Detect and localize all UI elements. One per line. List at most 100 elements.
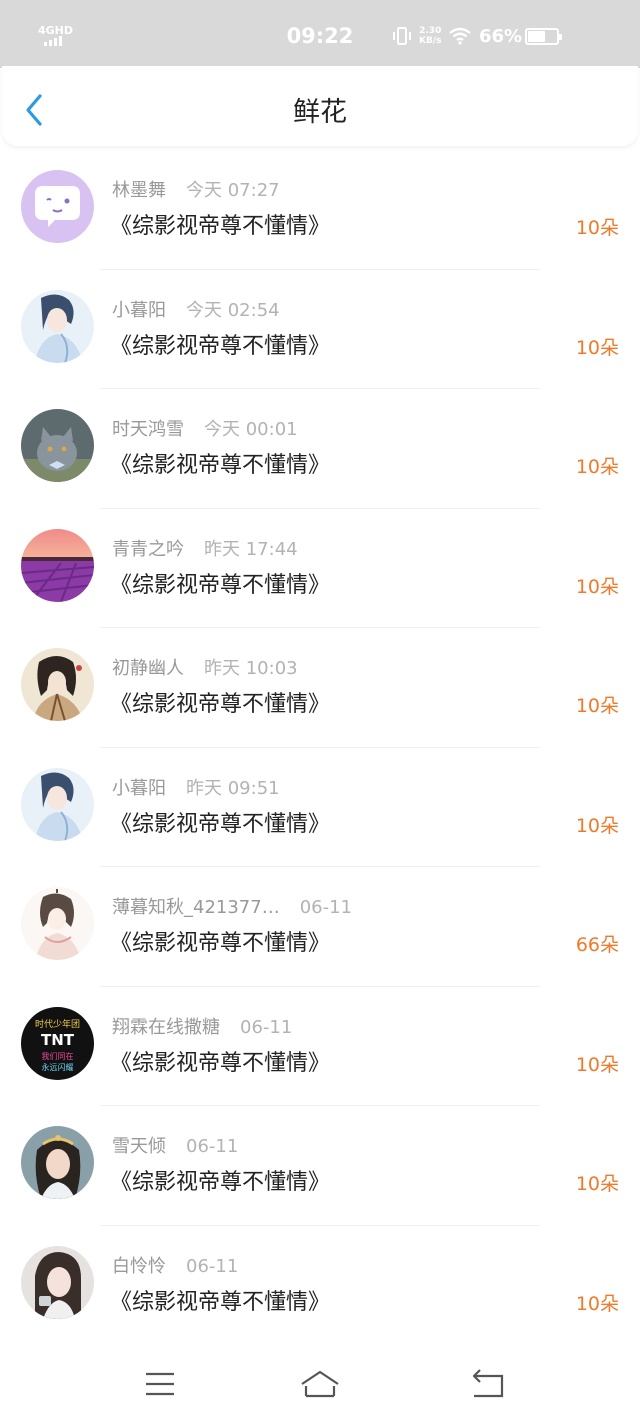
back-icon[interactable]	[468, 1364, 508, 1404]
avatar[interactable]	[21, 1245, 94, 1319]
list-item[interactable]: 时天鸿雪 今天 00:01 《综影视帝尊不懂情》 10朵	[0, 389, 640, 509]
send-time: 昨天 17:44	[204, 538, 298, 560]
list-item[interactable]: 雪天倾 06-11 《综影视帝尊不懂情》 10朵	[0, 1106, 640, 1226]
status-bar: 4GHD 09:22 2.30 KB/s 66%	[0, 0, 640, 68]
book-title: 《综影视帝尊不懂情》	[110, 572, 331, 598]
flower-count: 10朵	[575, 456, 619, 478]
sender-name: 小暮阳	[112, 777, 166, 799]
sender-line: 青青之吟 昨天 17:44	[112, 535, 298, 561]
send-time: 06-11	[240, 1016, 293, 1038]
battery-percent: 66%	[479, 26, 523, 47]
flower-count: 10朵	[575, 1173, 619, 1195]
cat-photo-avatar	[21, 409, 94, 482]
lavender-field-avatar	[21, 528, 94, 602]
sender-line: 雪天倾 06-11	[112, 1132, 238, 1158]
costume-photo-avatar	[21, 1126, 94, 1199]
network-speed: 2.30 KB/s	[419, 26, 441, 46]
flower-count: 10朵	[575, 1292, 619, 1315]
chat-bubble-avatar-icon	[21, 170, 94, 243]
flower-count: 10朵	[575, 1053, 619, 1076]
sender-line: 时天鸿雪 今天 00:01	[112, 415, 298, 441]
send-time: 今天 00:01	[204, 419, 298, 440]
girl-photo-avatar	[21, 1245, 94, 1319]
book-title: 《综影视帝尊不懂情》	[110, 931, 331, 956]
list-item[interactable]: 小暮阳 昨天 09:51 《综影视帝尊不懂情》 10朵	[0, 748, 640, 867]
ancient-style-avatar	[21, 648, 94, 721]
battery-icon	[525, 28, 562, 45]
sender-line: 林墨舞 今天 07:27	[112, 176, 280, 202]
avatar[interactable]	[21, 170, 94, 243]
sender-line: 翔霖在线撒糖 06-11	[112, 1013, 292, 1039]
sender-name: 林墨舞	[112, 180, 166, 201]
book-title: 《综影视帝尊不懂情》	[110, 333, 331, 359]
avatar[interactable]	[21, 1126, 94, 1199]
list-item[interactable]: 林墨舞 今天 07:27 《综影视帝尊不懂情》 10朵	[0, 150, 640, 270]
sender-line: 初静幽人 昨天 10:03	[112, 654, 298, 680]
list-item[interactable]: 初静幽人 昨天 10:03 《综影视帝尊不懂情》 10朵	[0, 628, 640, 748]
book-title: 《综影视帝尊不懂情》	[110, 1050, 331, 1076]
book-title: 《综影视帝尊不懂情》	[110, 1289, 331, 1315]
sender-name: 翔霖在线撒糖	[112, 1016, 220, 1038]
send-time: 06-11	[299, 897, 353, 918]
flower-count: 10朵	[575, 814, 619, 837]
list-item[interactable]: 青青之吟 昨天 17:44 《综影视帝尊不懂情》 10朵	[0, 509, 640, 628]
sender-name: 初静幽人	[112, 658, 184, 679]
sender-line: 小暮阳 昨天 09:51	[112, 774, 280, 800]
sender-name: 白怜怜	[112, 1255, 166, 1277]
avatar-text-2: TNT	[41, 1031, 75, 1049]
avatar[interactable]	[21, 648, 94, 721]
anime-portrait-avatar	[21, 767, 94, 841]
avatar-text-1: 时代少年团	[35, 1018, 80, 1030]
list-item[interactable]: 小暮阳 今天 02:54 《综影视帝尊不懂情》 10朵	[0, 270, 640, 389]
book-title: 《综影视帝尊不懂情》	[110, 1170, 331, 1195]
speed-unit: KB/s	[419, 36, 442, 46]
send-time: 昨天 10:03	[204, 658, 298, 679]
sketch-portrait-avatar	[21, 887, 94, 960]
sender-name: 雪天倾	[112, 1136, 166, 1157]
book-title: 《综影视帝尊不懂情》	[110, 811, 331, 837]
send-time: 今天 02:54	[186, 299, 280, 321]
avatar[interactable]	[21, 767, 94, 841]
sender-line: 白怜怜 06-11	[112, 1252, 238, 1278]
flower-count: 10朵	[575, 695, 619, 717]
flower-count: 10朵	[575, 217, 619, 239]
wifi-icon	[449, 27, 471, 45]
avatar[interactable]	[21, 887, 94, 960]
anime-portrait-avatar	[21, 289, 94, 363]
list-item[interactable]: 白怜怜 06-11 《综影视帝尊不懂情》 10朵	[0, 1226, 640, 1346]
send-time: 今天 07:27	[186, 180, 280, 201]
book-title: 《综影视帝尊不懂情》	[110, 692, 331, 717]
sender-name: 时天鸿雪	[112, 419, 184, 440]
sender-name: 薄暮知秋_421377…	[112, 897, 280, 918]
avatar[interactable]	[21, 528, 94, 602]
menu-icon[interactable]	[140, 1364, 180, 1404]
sender-name: 青青之吟	[112, 538, 184, 560]
flower-count: 10朵	[575, 575, 619, 598]
flower-count: 10朵	[575, 336, 619, 359]
flower-count: 66朵	[575, 934, 619, 956]
avatar[interactable]	[21, 289, 94, 363]
book-title: 《综影视帝尊不懂情》	[110, 214, 331, 239]
sender-name: 小暮阳	[112, 299, 166, 321]
sender-line: 小暮阳 今天 02:54	[112, 296, 280, 322]
send-time: 昨天 09:51	[186, 777, 280, 799]
send-time: 06-11	[186, 1255, 239, 1277]
sender-line: 薄暮知秋_421377… 06-11	[112, 893, 352, 919]
avatar-text-3: 我们同在	[42, 1051, 74, 1061]
header-bar: 鲜花	[2, 66, 638, 146]
avatar[interactable]: 时代少年团 TNT 我们同在 永远闪耀	[21, 1006, 94, 1080]
system-nav-bar	[0, 1342, 640, 1422]
battery-fill	[528, 31, 545, 42]
send-time: 06-11	[186, 1136, 239, 1157]
home-icon[interactable]	[300, 1364, 340, 1404]
avatar-text-4: 永远闪耀	[42, 1062, 74, 1072]
flower-gift-list: 林墨舞 今天 07:27 《综影视帝尊不懂情》 10朵 小暮阳 今天 02:54 《…	[0, 150, 640, 1345]
tnt-text-avatar: 时代少年团 TNT 我们同在 永远闪耀	[21, 1006, 94, 1080]
page-title: 鲜花	[293, 97, 347, 128]
avatar[interactable]	[21, 409, 94, 482]
speed-value: 2.30	[419, 26, 442, 36]
vibrate-icon	[393, 27, 411, 45]
list-item[interactable]: 薄暮知秋_421377… 06-11 《综影视帝尊不懂情》 66朵	[0, 867, 640, 987]
book-title: 《综影视帝尊不懂情》	[110, 453, 331, 478]
list-item[interactable]: 时代少年团 TNT 我们同在 永远闪耀 翔霖在线撒糖 06-11 《综影视帝尊不懂…	[0, 987, 640, 1106]
